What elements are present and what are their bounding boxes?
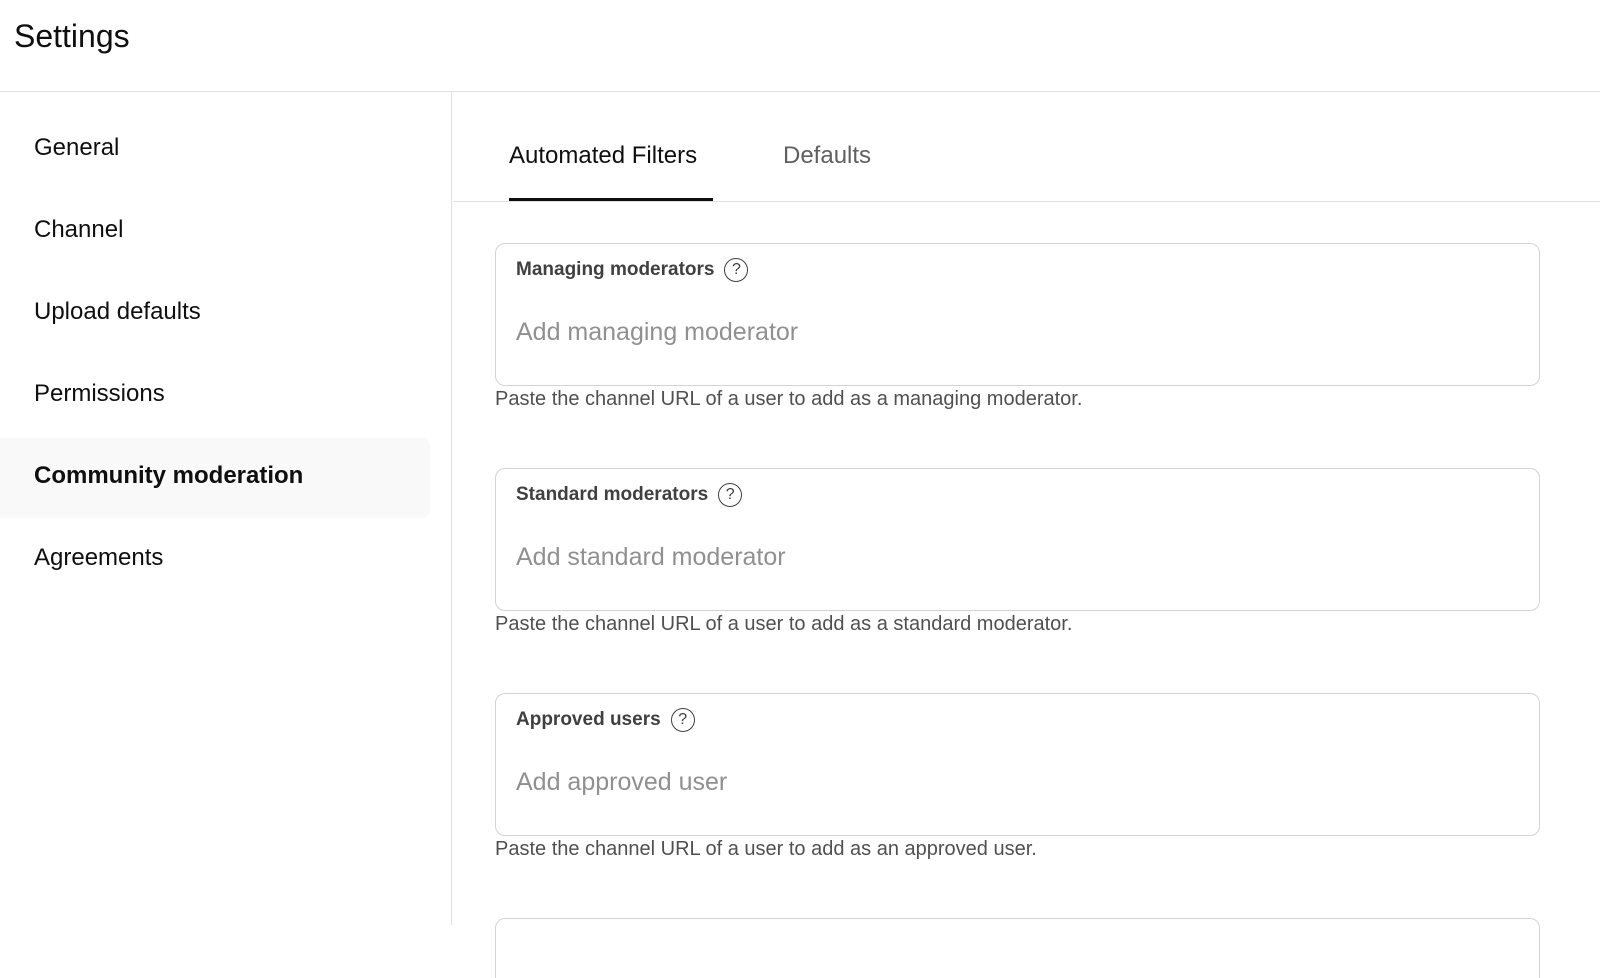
main-content: Automated Filters Defaults Managing mode… [453,92,1600,978]
tab-automated-filters[interactable]: Automated Filters [509,142,697,202]
settings-sidebar: General Channel Upload defaults Permissi… [0,92,452,925]
sidebar-item-label: Permissions [34,380,165,407]
sidebar-item-general[interactable]: General [0,110,430,190]
field-label-text: Standard moderators [516,484,709,505]
standard-moderators-label: Standard moderators ? [516,483,743,507]
managing-moderators-label: Managing moderators ? [516,258,749,282]
tab-bar: Automated Filters Defaults [453,92,1600,202]
approved-users-label: Approved users ? [516,708,695,732]
sidebar-item-agreements[interactable]: Agreements [0,520,430,600]
field-label-text: Managing moderators [516,259,715,280]
managing-moderators-hint: Paste the channel URL of a user to add a… [495,388,1083,410]
standard-moderators-field[interactable]: Standard moderators ? [495,468,1540,611]
sidebar-item-label: Channel [34,216,124,243]
help-circle-icon[interactable]: ? [718,483,743,507]
sidebar-item-label: Upload defaults [34,298,201,325]
standard-moderator-input[interactable] [516,539,1516,575]
sidebar-item-label: Community moderation [34,462,304,489]
approved-users-field[interactable]: Approved users ? [495,693,1540,836]
sidebar-item-label: Agreements [34,544,164,571]
managing-moderators-field[interactable]: Managing moderators ? [495,243,1540,386]
approved-users-hint: Paste the channel URL of a user to add a… [495,838,1037,860]
managing-moderator-input[interactable] [516,314,1516,350]
next-field-partial [495,918,1540,978]
help-circle-icon[interactable]: ? [670,708,695,732]
standard-moderators-hint: Paste the channel URL of a user to add a… [495,613,1073,635]
sidebar-item-permissions[interactable]: Permissions [0,356,430,436]
sidebar-item-channel[interactable]: Channel [0,192,430,272]
help-circle-icon[interactable]: ? [724,258,749,282]
page-header: Settings [0,0,1600,92]
page-title: Settings [14,18,130,54]
approved-user-input[interactable] [516,764,1516,800]
sidebar-item-community-moderation[interactable]: Community moderation [0,438,430,518]
tab-defaults[interactable]: Defaults [783,142,871,202]
field-label-text: Approved users [516,709,661,730]
sidebar-item-upload-defaults[interactable]: Upload defaults [0,274,430,354]
active-tab-indicator [509,198,713,201]
sidebar-item-label: General [34,134,120,161]
